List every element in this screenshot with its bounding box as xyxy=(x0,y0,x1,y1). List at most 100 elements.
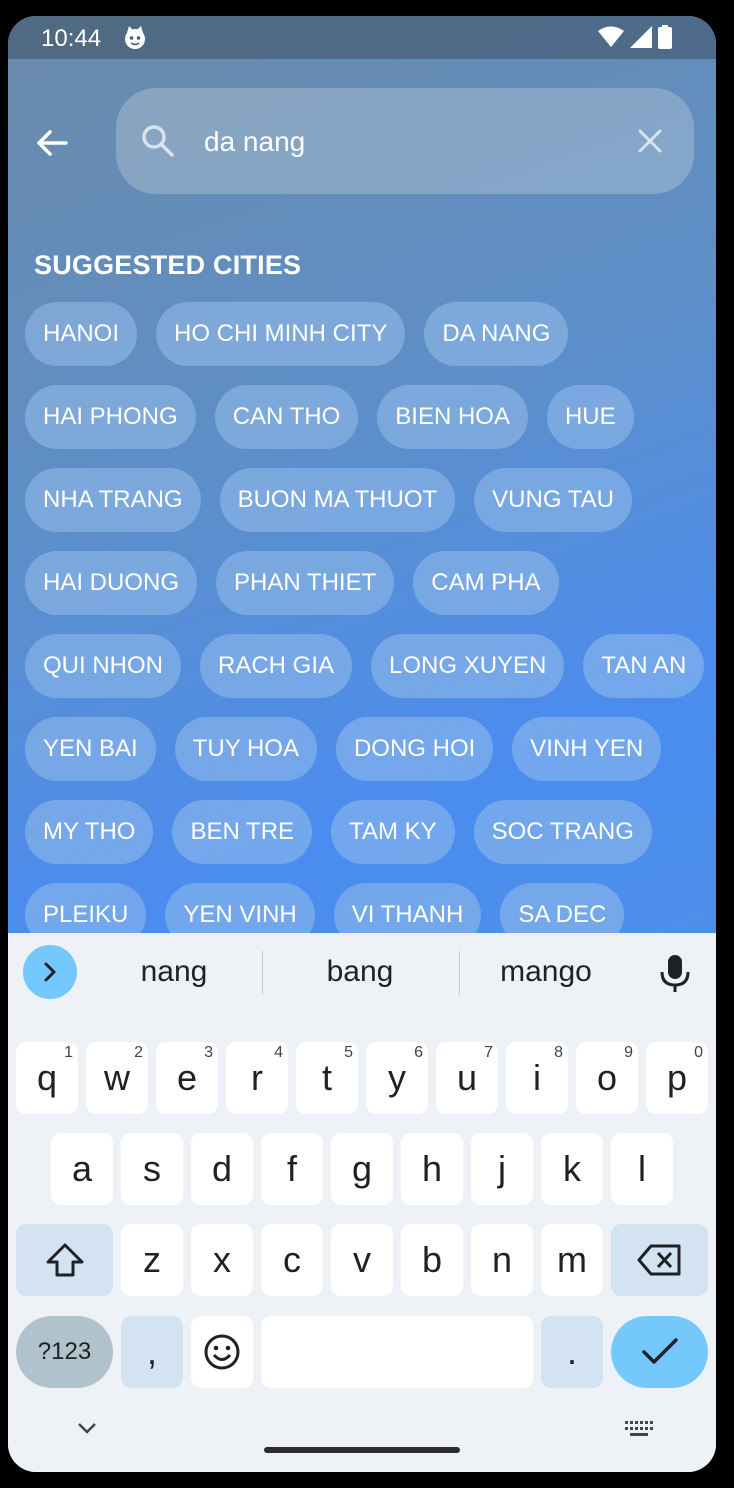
key-label: i xyxy=(533,1057,541,1098)
suggestion-strip: nang bang mango xyxy=(8,933,716,1015)
shift-key[interactable] xyxy=(16,1224,113,1296)
city-chip[interactable]: BIEN HOA xyxy=(377,385,528,449)
city-chip[interactable]: HAI DUONG xyxy=(25,551,198,615)
emoji-icon xyxy=(204,1334,240,1370)
city-chip[interactable]: PLEIKU xyxy=(25,883,147,933)
city-chip[interactable]: TUY HOA xyxy=(174,717,317,781)
key-s[interactable]: s xyxy=(121,1133,183,1205)
key-hint: 6 xyxy=(414,1044,423,1061)
key-label: u xyxy=(456,1057,478,1098)
check-icon xyxy=(641,1338,678,1364)
symbols-key[interactable]: ?123 xyxy=(16,1316,113,1388)
divider xyxy=(262,951,263,995)
city-chip[interactable]: MY THO xyxy=(25,800,154,864)
city-chip[interactable]: LONG XUYEN xyxy=(371,634,565,698)
keyboard-icon[interactable] xyxy=(624,1419,654,1439)
city-chip[interactable]: DA NANG xyxy=(424,302,569,366)
back-arrow-icon[interactable] xyxy=(32,123,72,163)
city-chip[interactable]: VI THANH xyxy=(333,883,482,933)
search-icon xyxy=(142,125,174,157)
city-chip[interactable]: QUI NHON xyxy=(25,634,181,698)
key-o[interactable]: o9 xyxy=(576,1042,638,1114)
city-chip[interactable]: HUE xyxy=(546,385,634,449)
key-label: p xyxy=(666,1057,688,1098)
city-chip[interactable]: CAM PHA xyxy=(413,551,559,615)
search-input[interactable] xyxy=(202,118,606,166)
key-z[interactable]: z xyxy=(121,1224,183,1296)
city-chip[interactable]: CAN THO xyxy=(214,385,359,449)
key-a[interactable]: a xyxy=(51,1133,113,1205)
city-chip[interactable]: HO CHI MINH CITY xyxy=(156,302,406,366)
backspace-key[interactable] xyxy=(611,1224,708,1296)
suggestion-word[interactable]: bang xyxy=(280,955,440,989)
suggestion-word[interactable]: mango xyxy=(466,955,626,989)
city-chip[interactable]: TAN AN xyxy=(583,634,705,698)
search-bar[interactable] xyxy=(116,88,694,194)
key-hint: 2 xyxy=(134,1044,143,1061)
key-t[interactable]: t5 xyxy=(296,1042,358,1114)
key-k[interactable]: k xyxy=(541,1133,603,1205)
clear-icon[interactable] xyxy=(634,125,666,157)
city-chip[interactable]: NHA TRANG xyxy=(25,468,201,532)
city-chip[interactable]: VUNG TAU xyxy=(474,468,632,532)
key-n[interactable]: n xyxy=(471,1224,533,1296)
city-chip[interactable]: BUON MA THUOT xyxy=(219,468,456,532)
key-u[interactable]: u7 xyxy=(436,1042,498,1114)
status-icons xyxy=(598,25,672,49)
period-key[interactable]: . xyxy=(541,1316,603,1388)
key-d[interactable]: d xyxy=(191,1133,253,1205)
backspace-icon xyxy=(637,1244,680,1276)
key-l[interactable]: l xyxy=(611,1133,673,1205)
city-chip[interactable]: VINH YEN xyxy=(512,717,662,781)
signal-icon xyxy=(630,26,652,48)
city-chip[interactable]: HAI PHONG xyxy=(25,385,196,449)
battery-icon xyxy=(658,25,672,49)
key-h[interactable]: h xyxy=(401,1133,463,1205)
suggestion-word[interactable]: nang xyxy=(94,955,254,989)
key-w[interactable]: w2 xyxy=(86,1042,148,1114)
key-i[interactable]: i8 xyxy=(506,1042,568,1114)
emoji-key[interactable] xyxy=(191,1316,253,1388)
mic-icon[interactable] xyxy=(658,953,692,993)
city-chip[interactable]: TAM KY xyxy=(331,800,455,864)
city-chip[interactable]: DONG HOI xyxy=(335,717,494,781)
key-e[interactable]: e3 xyxy=(156,1042,218,1114)
chevron-down-icon[interactable] xyxy=(76,1421,98,1435)
enter-key[interactable] xyxy=(611,1316,708,1388)
key-b[interactable]: b xyxy=(401,1224,463,1296)
city-chip[interactable]: HANOI xyxy=(25,302,138,366)
chevron-right-icon[interactable] xyxy=(23,945,77,999)
city-chip[interactable]: PHAN THIET xyxy=(216,551,395,615)
city-chip[interactable]: YEN VINH xyxy=(165,883,315,933)
key-p[interactable]: p0 xyxy=(646,1042,708,1114)
status-time: 10:44 xyxy=(41,25,102,52)
wifi-icon xyxy=(598,26,624,47)
chip-row: PLEIKU YEN VINH VI THANH SA DEC xyxy=(25,883,705,933)
chip-row: QUI NHON RACH GIA LONG XUYEN TAN AN xyxy=(25,634,705,698)
key-r[interactable]: r4 xyxy=(226,1042,288,1114)
city-chip[interactable]: YEN BAI xyxy=(25,717,156,781)
status-bar: 10:44 xyxy=(8,16,716,59)
home-handle[interactable] xyxy=(264,1447,460,1453)
key-g[interactable]: g xyxy=(331,1133,393,1205)
chip-row: HAI DUONG PHAN THIET CAM PHA xyxy=(25,551,705,615)
key-q[interactable]: q1 xyxy=(16,1042,78,1114)
key-j[interactable]: j xyxy=(471,1133,533,1205)
key-x[interactable]: x xyxy=(191,1224,253,1296)
key-m[interactable]: m xyxy=(541,1224,603,1296)
key-v[interactable]: v xyxy=(331,1224,393,1296)
space-key[interactable] xyxy=(261,1316,533,1388)
section-title: SUGGESTED CITIES xyxy=(34,250,302,280)
comma-key[interactable]: , xyxy=(121,1316,183,1388)
chip-row: NHA TRANG BUON MA THUOT VUNG TAU xyxy=(25,468,705,532)
chip-row: HAI PHONG CAN THO BIEN HOA HUE xyxy=(25,385,705,449)
chip-row: HANOI HO CHI MINH CITY DA NANG xyxy=(25,302,705,366)
city-chip[interactable]: SA DEC xyxy=(500,883,625,933)
city-chip[interactable]: BEN TRE xyxy=(172,800,313,864)
key-y[interactable]: y6 xyxy=(366,1042,428,1114)
city-chip[interactable]: RACH GIA xyxy=(200,634,353,698)
chip-row: YEN BAI TUY HOA DONG HOI VINH YEN xyxy=(25,717,705,781)
city-chip[interactable]: SOC TRANG xyxy=(473,800,652,864)
key-c[interactable]: c xyxy=(261,1224,323,1296)
key-f[interactable]: f xyxy=(261,1133,323,1205)
